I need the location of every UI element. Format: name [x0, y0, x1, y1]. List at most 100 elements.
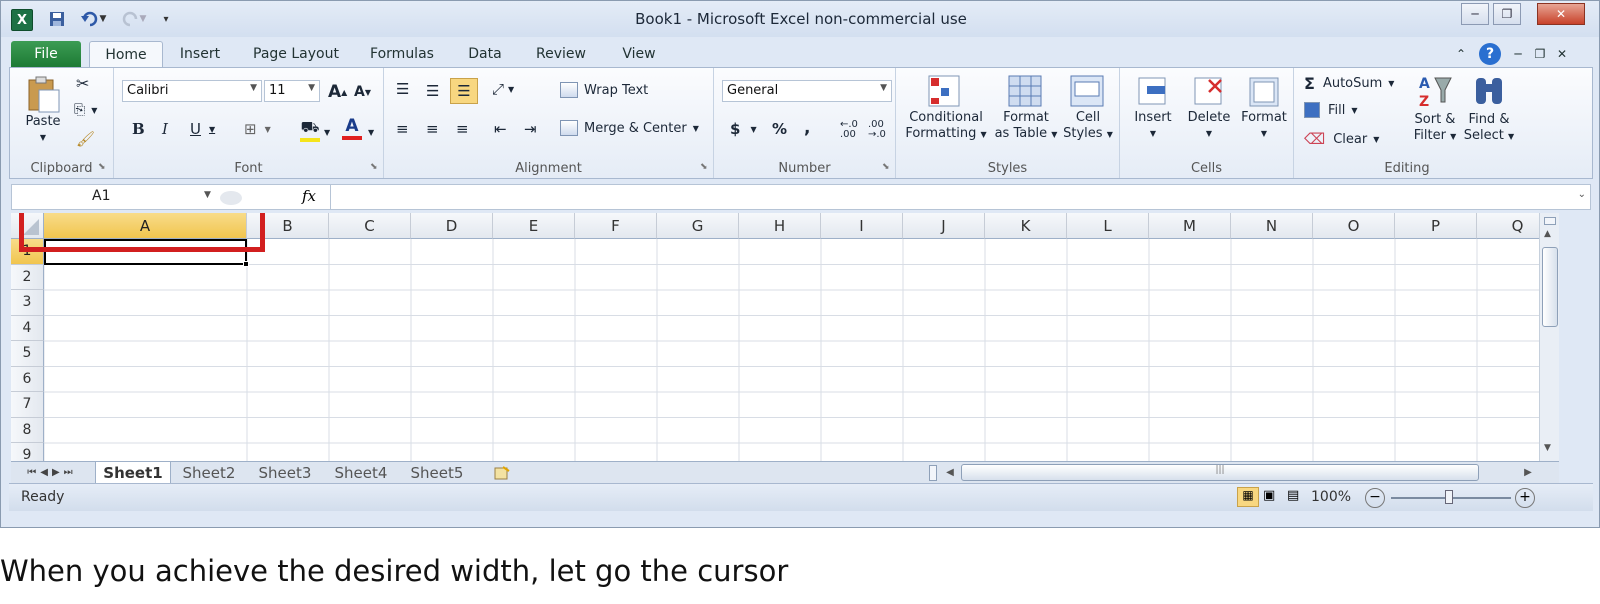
- row-header-3[interactable]: 3: [11, 290, 44, 316]
- tab-file[interactable]: File: [11, 41, 81, 67]
- number-launcher-icon[interactable]: ⬊: [882, 162, 890, 172]
- scroll-right-icon[interactable]: ▶: [1521, 462, 1535, 483]
- sheet-tab-sheet4[interactable]: Sheet4: [323, 462, 399, 483]
- italic-button[interactable]: I: [162, 120, 168, 138]
- fill-color-dropdown[interactable]: ▼: [324, 128, 330, 137]
- sheet-tab-sheet3[interactable]: Sheet3: [247, 462, 323, 483]
- tab-page-layout[interactable]: Page Layout: [243, 41, 349, 67]
- vertical-scroll-thumb[interactable]: [1542, 247, 1558, 327]
- font-color-dropdown[interactable]: ▼: [368, 128, 374, 137]
- column-header-c[interactable]: C: [329, 213, 411, 239]
- conditional-formatting-button[interactable]: Conditional Formatting ▼: [900, 74, 992, 143]
- row-header-4[interactable]: 4: [11, 315, 44, 341]
- zoom-out-icon[interactable]: −: [1365, 488, 1385, 508]
- underline-button[interactable]: U ▼: [190, 120, 215, 138]
- borders-icon[interactable]: ⊞ ▼: [244, 120, 271, 138]
- percent-button[interactable]: %: [772, 120, 787, 138]
- column-header-k[interactable]: K: [985, 213, 1067, 239]
- currency-button[interactable]: $ ▼: [730, 120, 757, 138]
- normal-view-icon[interactable]: ▦: [1237, 487, 1259, 507]
- scroll-left-icon[interactable]: ◀: [943, 462, 957, 483]
- horizontal-scroll-thumb[interactable]: |||: [961, 464, 1479, 481]
- split-box-icon[interactable]: [1544, 217, 1556, 225]
- tab-data[interactable]: Data: [457, 41, 513, 67]
- vertical-scrollbar[interactable]: ▲ ▼: [1539, 213, 1559, 461]
- column-header-o[interactable]: O: [1313, 213, 1395, 239]
- tab-view[interactable]: View: [607, 41, 671, 67]
- format-as-table-button[interactable]: Format as Table ▼: [994, 74, 1058, 143]
- copy-icon[interactable]: ⎘ ▼: [74, 102, 97, 118]
- row-header-6[interactable]: 6: [11, 366, 44, 392]
- column-header-p[interactable]: P: [1395, 213, 1477, 239]
- shrink-font-button[interactable]: A ▼: [354, 84, 371, 100]
- number-format-combo[interactable]: General ▼: [722, 80, 892, 102]
- minimize-button[interactable]: ─: [1461, 3, 1489, 25]
- row-header-7[interactable]: 7: [11, 392, 44, 418]
- comma-button[interactable]: ,: [804, 118, 810, 138]
- font-color-button[interactable]: A: [342, 116, 362, 140]
- format-painter-icon[interactable]: 🖌: [76, 130, 95, 148]
- page-layout-view-icon[interactable]: ▣: [1263, 488, 1275, 503]
- clear-button[interactable]: ⌫ Clear ▼: [1304, 130, 1379, 148]
- increase-decimal-icon[interactable]: ←.0.00: [840, 120, 858, 140]
- grow-font-button[interactable]: A ▲: [328, 82, 347, 102]
- page-break-view-icon[interactable]: ▤: [1287, 488, 1299, 503]
- font-launcher-icon[interactable]: ⬊: [370, 162, 378, 172]
- close-button[interactable]: ✕: [1537, 3, 1585, 25]
- sheet-tab-sheet1[interactable]: Sheet1: [95, 462, 171, 483]
- scroll-down-icon[interactable]: ▼: [1544, 443, 1551, 453]
- increase-indent-icon[interactable]: ⇥: [524, 120, 537, 138]
- sheet-tab-sheet5[interactable]: Sheet5: [399, 462, 475, 483]
- cell-styles-button[interactable]: Cell Styles ▼: [1060, 74, 1116, 143]
- sheet-tab-sheet2[interactable]: Sheet2: [171, 462, 247, 483]
- insert-function-icon[interactable]: fx: [302, 187, 316, 205]
- name-box[interactable]: A1: [12, 185, 212, 209]
- align-left-icon[interactable]: ≡: [396, 120, 409, 138]
- help-icon[interactable]: ?: [1479, 43, 1501, 65]
- column-header-i[interactable]: I: [821, 213, 903, 239]
- formula-input[interactable]: [330, 185, 1570, 209]
- bold-button[interactable]: B: [132, 120, 145, 138]
- tab-split-handle[interactable]: [929, 465, 937, 481]
- column-header-n[interactable]: N: [1231, 213, 1313, 239]
- worksheet-grid[interactable]: ABCDEFGHIJKLMNOPQ 123456789: [11, 213, 1539, 461]
- decrease-indent-icon[interactable]: ⇤: [494, 120, 507, 138]
- column-header-d[interactable]: D: [411, 213, 493, 239]
- paste-button[interactable]: Paste ▼: [18, 74, 68, 146]
- tab-formulas[interactable]: Formulas: [359, 41, 445, 67]
- sort-filter-button[interactable]: AZ Sort & Filter ▼: [1408, 72, 1462, 145]
- autosum-button[interactable]: Σ AutoSum ▼: [1304, 74, 1394, 93]
- zoom-level[interactable]: 100%: [1311, 489, 1351, 505]
- align-right-icon[interactable]: ≡: [456, 120, 469, 138]
- doc-close-icon[interactable]: ✕: [1553, 41, 1571, 67]
- find-select-button[interactable]: Find & Select ▼: [1462, 72, 1516, 145]
- insert-cells-button[interactable]: Insert ▼: [1126, 74, 1180, 142]
- zoom-in-icon[interactable]: +: [1515, 488, 1535, 508]
- column-header-l[interactable]: L: [1067, 213, 1149, 239]
- row-header-8[interactable]: 8: [11, 417, 44, 443]
- row-header-2[interactable]: 2: [11, 264, 44, 290]
- insert-sheet-icon[interactable]: [491, 462, 513, 483]
- wrap-text-button[interactable]: Wrap Text: [560, 82, 648, 98]
- column-header-f[interactable]: F: [575, 213, 657, 239]
- clipboard-launcher-icon[interactable]: ⬊: [98, 162, 106, 172]
- doc-restore-icon[interactable]: ❐: [1531, 41, 1549, 67]
- cut-icon[interactable]: ✂: [76, 74, 89, 93]
- collapse-ribbon-icon[interactable]: ⌃: [1451, 41, 1471, 67]
- fill-button[interactable]: Fill ▼: [1304, 102, 1358, 118]
- orientation-icon[interactable]: ⤢ ▼: [492, 80, 514, 98]
- expand-formula-bar-icon[interactable]: ⌄: [1578, 189, 1586, 200]
- doc-minimize-icon[interactable]: ─: [1509, 41, 1527, 67]
- column-header-q[interactable]: Q: [1477, 213, 1539, 239]
- format-cells-button[interactable]: Format ▼: [1236, 74, 1292, 142]
- align-bottom-icon[interactable]: ☰: [450, 78, 478, 104]
- tab-home[interactable]: Home: [89, 41, 163, 68]
- maximize-button[interactable]: ❐: [1493, 3, 1521, 25]
- column-header-e[interactable]: E: [493, 213, 575, 239]
- delete-cells-button[interactable]: Delete ▼: [1182, 74, 1236, 142]
- fill-color-button[interactable]: ⛟: [300, 118, 320, 142]
- merge-center-button[interactable]: Merge & Center ▼: [560, 120, 699, 136]
- column-header-h[interactable]: H: [739, 213, 821, 239]
- column-header-j[interactable]: J: [903, 213, 985, 239]
- column-header-g[interactable]: G: [657, 213, 739, 239]
